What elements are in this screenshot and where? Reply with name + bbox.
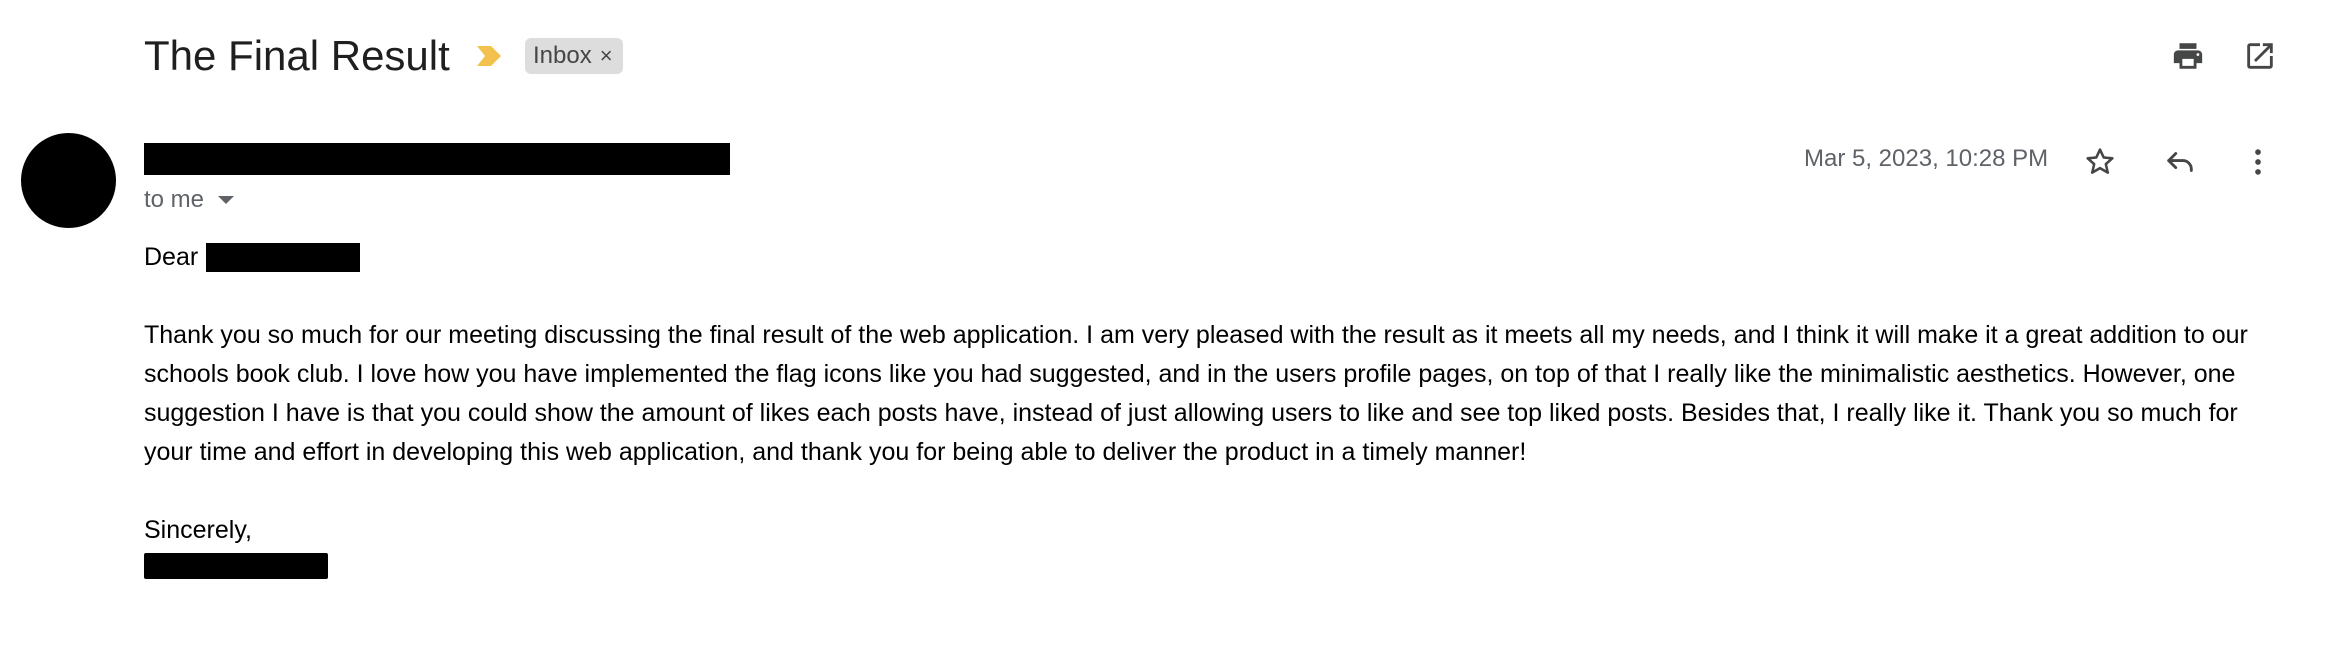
reply-button[interactable] xyxy=(2158,140,2202,184)
reply-icon xyxy=(2167,152,2193,172)
more-options-button[interactable] xyxy=(2236,140,2280,184)
recipient-details[interactable]: to me xyxy=(144,186,235,214)
importance-marker-icon[interactable] xyxy=(475,43,503,69)
remove-label-icon[interactable]: × xyxy=(600,43,613,69)
greeting-text: Dear xyxy=(144,243,199,271)
signature-redacted xyxy=(144,553,328,579)
print-icon xyxy=(2173,43,2203,69)
recipient-label: to me xyxy=(144,186,205,213)
chevron-down-icon[interactable] xyxy=(218,196,235,204)
open-in-new-window-button[interactable] xyxy=(2240,36,2280,76)
sender-name-redacted xyxy=(144,143,730,175)
star-button[interactable] xyxy=(2078,140,2122,184)
email-body: Dear Thank you so much for our meeting d… xyxy=(144,238,2274,579)
greeting-line: Dear xyxy=(144,238,2274,277)
body-paragraph: Thank you so much for our meeting discus… xyxy=(144,321,2248,466)
email-view: The Final Result Inbox × to me Mar 5, 20… xyxy=(0,0,2352,666)
closing-text: Sincerely, xyxy=(144,516,252,544)
open-in-new-window-icon xyxy=(2247,43,2273,69)
sender-avatar[interactable] xyxy=(21,133,116,228)
email-timestamp: Mar 5, 2023, 10:28 PM xyxy=(1804,145,2049,172)
label-chip-inbox: Inbox × xyxy=(525,38,623,74)
email-subject: The Final Result xyxy=(144,32,450,79)
more-vert-icon xyxy=(2255,149,2261,175)
recipient-name-redacted xyxy=(206,243,361,272)
print-button[interactable] xyxy=(2168,36,2208,76)
label-chip-text: Inbox xyxy=(533,42,592,69)
star-icon xyxy=(2086,148,2114,174)
